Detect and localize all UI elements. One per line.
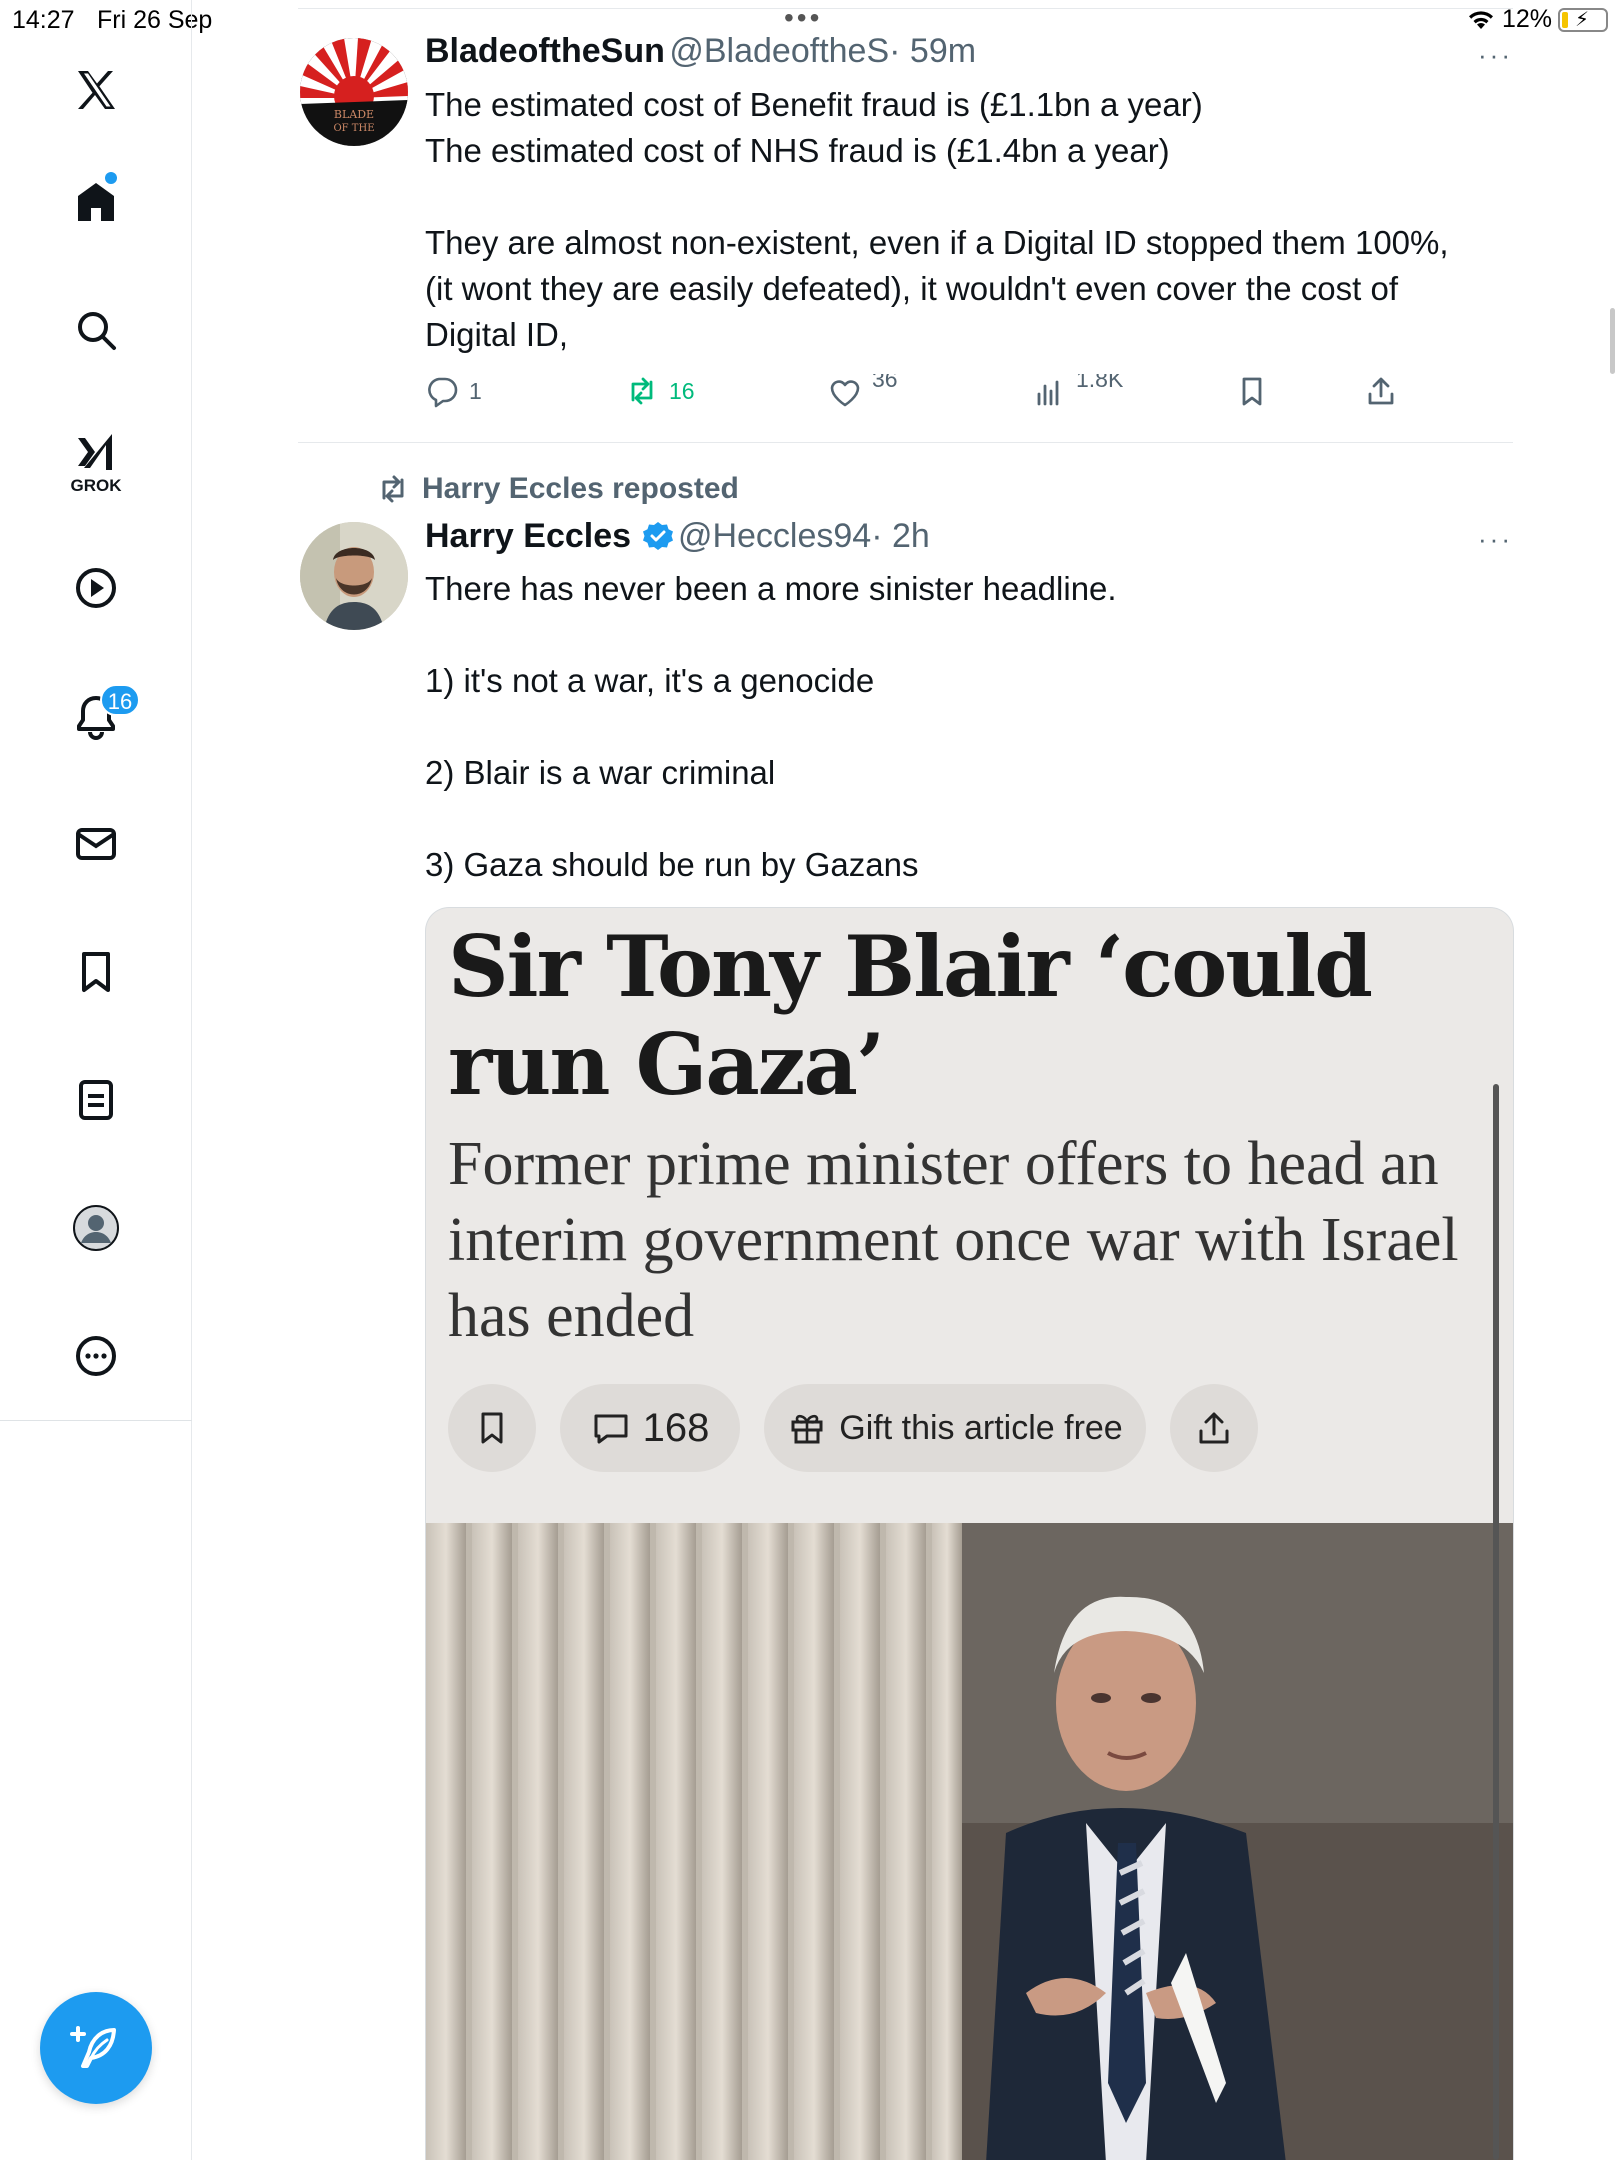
sidebar: GROK 16 — [0, 0, 192, 2160]
post1-share-button[interactable] — [1364, 374, 1398, 408]
video-icon[interactable] — [66, 558, 126, 618]
repost-indicator[interactable]: Harry Eccles reposted — [376, 472, 739, 506]
verified-badge-icon — [642, 522, 673, 550]
post1-reply-button[interactable]: 1 — [425, 374, 482, 408]
battery-percent: 12% — [1501, 5, 1552, 33]
bookmark-icon — [1242, 377, 1262, 406]
multitask-dots-icon[interactable]: ••• — [784, 2, 822, 34]
grok-label: GROK — [70, 476, 122, 495]
views-chart-icon — [1037, 380, 1059, 406]
repost-label-text: Harry Eccles reposted — [422, 472, 739, 505]
post1-view-count: 1.8K — [1076, 374, 1124, 392]
post2-time[interactable]: · 2h — [871, 517, 930, 555]
article-bookmark-button[interactable] — [448, 1384, 536, 1472]
article-headline: Sir Tony Blair ‘could run Gaza’ — [448, 917, 1373, 1114]
post-divider — [298, 442, 1513, 443]
article-subheadline: Former prime minister offers to head an … — [448, 1130, 1459, 1350]
compose-button[interactable] — [40, 1992, 152, 2104]
avatar-bladeofthesun[interactable]: BLADE OF THE — [300, 38, 408, 146]
lists-icon[interactable] — [66, 1070, 126, 1130]
post1-like-button[interactable]: 36 — [828, 374, 898, 412]
page-scrollbar[interactable] — [1610, 308, 1615, 374]
battery-icon: ⚡ — [1558, 7, 1608, 32]
post1-more-button[interactable]: ··· — [1478, 40, 1513, 71]
post1-reply-count: 1 — [469, 377, 482, 404]
post2-author-name[interactable]: Harry Eccles — [425, 517, 631, 555]
post1-author-name[interactable]: BladeoftheSun — [425, 32, 665, 70]
post2-text: There has never been a more sinister hea… — [425, 570, 1117, 883]
post2-handle[interactable]: @Heccles94 — [678, 517, 871, 555]
post1-like-count: 36 — [872, 374, 898, 392]
home-unread-dot — [105, 172, 117, 184]
status-indicators: 12% ⚡ — [1466, 5, 1608, 34]
avatar-harry-eccles[interactable] — [300, 522, 408, 630]
share-icon — [1199, 1412, 1229, 1444]
article-share-button[interactable] — [1170, 1384, 1258, 1472]
bookmark-icon — [481, 1412, 503, 1444]
gift-article-button[interactable]: Gift this article free — [764, 1384, 1146, 1472]
article-card-scrollbar[interactable] — [1493, 1084, 1499, 2160]
post2-header: Harry Eccles @Heccles94· 2h — [425, 517, 930, 556]
compose-feather-icon — [70, 2026, 116, 2068]
post1-header: BladeoftheSun @BladeoftheS· 59m — [425, 32, 976, 71]
feed-top-divider — [298, 8, 1513, 9]
post2-more-button[interactable]: ··· — [1478, 524, 1513, 555]
repost-icon — [631, 377, 653, 405]
share-icon — [1368, 377, 1394, 405]
repost-icon — [382, 475, 404, 503]
gift-icon — [791, 1414, 823, 1444]
post1-time[interactable]: · 59m — [889, 32, 976, 70]
comment-icon — [594, 1414, 628, 1444]
article-card[interactable]: Sir Tony Blair ‘could run Gaza’ Former p… — [425, 907, 1514, 2160]
man-portrait-avatar-icon — [300, 522, 408, 630]
more-icon[interactable] — [66, 1326, 126, 1386]
x-logo-icon[interactable] — [66, 60, 126, 120]
post1-text: The estimated cost of Benefit fraud is (… — [425, 86, 1449, 353]
heart-icon — [830, 380, 860, 407]
post1-repost-count: 16 — [669, 377, 695, 404]
post1-repost-button[interactable]: 16 — [625, 374, 695, 408]
article-comment-count: 168 — [642, 1405, 710, 1450]
search-icon[interactable] — [66, 300, 126, 360]
svg-text:OF THE: OF THE — [333, 123, 374, 134]
post1-views-button[interactable]: 1.8K — [1032, 374, 1123, 412]
profile-icon[interactable] — [66, 1198, 126, 1258]
notifications-badge: 16 — [100, 684, 140, 716]
reply-icon — [428, 377, 458, 408]
rising-sun-avatar-icon: BLADE OF THE — [300, 38, 408, 146]
svg-text:BLADE: BLADE — [334, 108, 374, 121]
article-comments-button[interactable]: 168 — [560, 1384, 740, 1472]
post1-handle[interactable]: @BladeoftheS — [669, 32, 889, 70]
gift-article-label: Gift this article free — [839, 1408, 1123, 1447]
home-icon[interactable] — [66, 172, 126, 232]
wifi-icon — [1468, 10, 1493, 29]
sidebar-divider — [0, 1420, 192, 1421]
bookmarks-icon[interactable] — [66, 942, 126, 1002]
post1-bookmark-button[interactable] — [1235, 374, 1269, 408]
grok-icon[interactable] — [66, 422, 126, 482]
messages-icon[interactable] — [66, 814, 126, 874]
article-photo-tony-blair[interactable] — [426, 1523, 1514, 2160]
